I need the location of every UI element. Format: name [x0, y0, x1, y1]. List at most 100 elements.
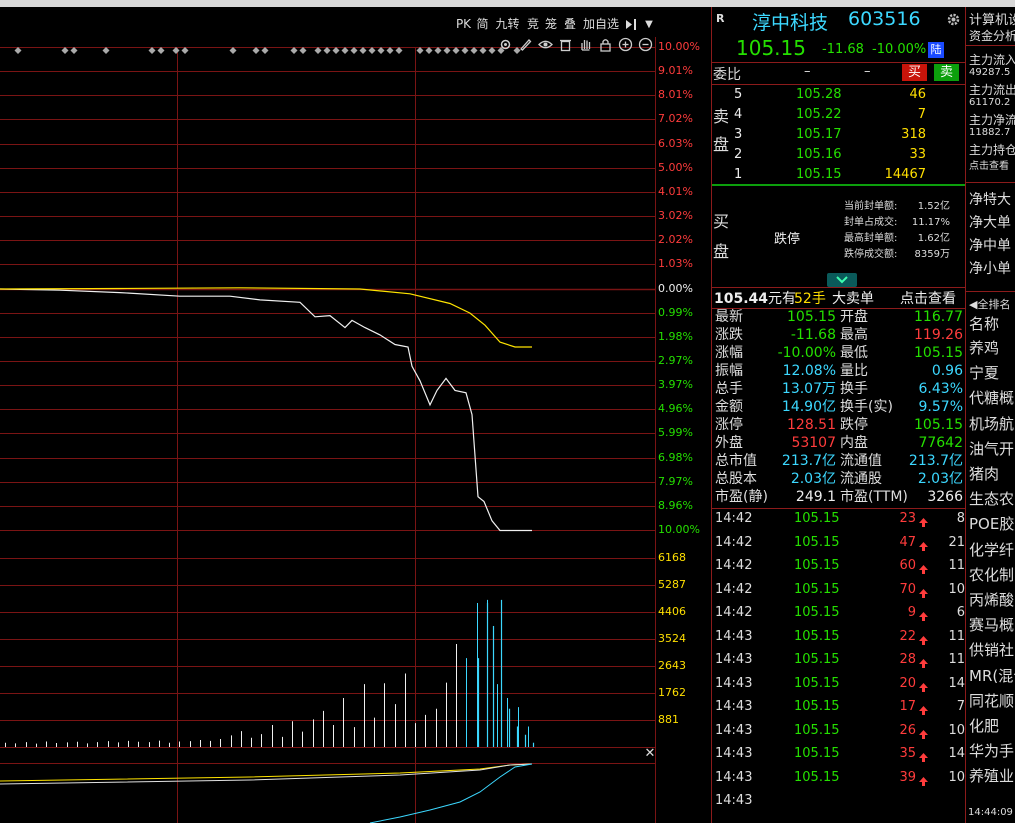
tick-price: 105.15 [794, 699, 840, 714]
sell-order-row[interactable]: 1 105.15 14467 [712, 165, 966, 185]
trade-tick-row: 14:42 105.15 47 21 [712, 531, 966, 554]
sell-button[interactable]: 卖 [934, 64, 959, 81]
toolbar-button[interactable]: 笼 [543, 16, 559, 33]
fund-flow-value[interactable]: 点击查看 [969, 157, 1009, 172]
sell-order-row[interactable]: 4 105.22 7 [712, 105, 966, 125]
sector-item[interactable]: 供销社 [969, 639, 1014, 660]
sector-item[interactable]: 机场航 [969, 413, 1014, 434]
sector-item[interactable]: 代糖概 [969, 387, 1014, 408]
price-axis-tick: 7.97% [658, 475, 693, 488]
tick-price: 105.15 [794, 722, 840, 738]
sector-item[interactable]: 养鸡 [969, 337, 999, 358]
price-axis-tick: 3.97% [658, 378, 693, 391]
average-price-line [0, 287, 532, 348]
eye-icon[interactable] [538, 37, 553, 52]
sector-item[interactable]: 同花顺 [969, 690, 1014, 711]
sell-order-row[interactable]: 3 105.17 318 [712, 125, 966, 145]
seal-info-row: 跌停成交额: 8359万 [842, 248, 966, 262]
sell-order-row[interactable]: 5 105.28 46 [712, 85, 966, 105]
toolbar-button[interactable]: 九转 [494, 16, 521, 33]
stat-row: 市盈(静) 249.1 市盈(TTM) 3266 [712, 488, 966, 506]
pen-icon[interactable] [518, 37, 533, 52]
event-marker-icon [102, 47, 110, 54]
price-axis-tick: 8.96% [658, 499, 693, 512]
toolbar-button[interactable]: 叠 [562, 16, 578, 33]
order-price: 105.16 [796, 147, 842, 162]
pin-to-right-icon[interactable] [623, 16, 641, 33]
stat-value: 119.26 [914, 327, 963, 343]
intraday-chart[interactable] [0, 7, 710, 823]
stat-value: 9.57% [918, 399, 963, 415]
intraday-chart-pane[interactable]: PK 简九转竞笼叠加自选 ▼ 10.00% 9.01% 8.01% 7.02% 6.03% 5… [0, 7, 710, 823]
price-axis-tick: 9.01% [658, 64, 693, 77]
zoom-in-icon[interactable] [618, 37, 633, 52]
net-flow-label: 净特大 [969, 192, 1011, 208]
lock-icon[interactable] [598, 37, 613, 52]
sector-item[interactable]: 化肥 [969, 715, 999, 736]
sector-title: 计算机设 [969, 13, 1015, 28]
expand-toggle[interactable] [827, 273, 857, 287]
stat-row: 最新 105.15 开盘 116.77 [712, 308, 966, 326]
settings-icon[interactable] [498, 37, 513, 52]
net-flow-label: 净小单 [969, 261, 1011, 277]
volume-axis-tick: 4406 [658, 605, 686, 618]
stat-row: 振幅 12.08% 量比 0.96 [712, 362, 966, 380]
sector-item[interactable]: 宁夏 [969, 362, 999, 383]
gear-icon[interactable] [946, 12, 961, 27]
sector-item[interactable]: POE胶膜 [969, 513, 1015, 534]
sector-item[interactable]: 养殖业 [969, 765, 1014, 786]
up-arrow-icon [918, 631, 929, 645]
stat-label: 市盈(静) [715, 489, 768, 505]
zoom-out-icon[interactable] [638, 37, 653, 52]
close-indicator-icon[interactable]: ✕ [643, 747, 657, 761]
big-order-unit: 元有 [768, 291, 797, 307]
up-arrow-icon [918, 725, 929, 739]
trash-icon[interactable] [558, 37, 573, 52]
buy-button[interactable]: 买 [902, 64, 927, 81]
tick-time: 14:43 [715, 746, 753, 761]
stat-value: 0.96 [931, 363, 963, 379]
tick-volume: 39 [899, 769, 916, 785]
tick-time: 14:42 [715, 605, 753, 620]
stat-row: 涨跌 -11.68 最高 119.26 [712, 326, 966, 344]
toolbar-button[interactable]: 加自选 [582, 16, 620, 33]
hand-icon[interactable] [578, 37, 593, 52]
toolbar-button[interactable]: 简 [474, 16, 491, 33]
big-order-price: 105.44 [714, 291, 769, 307]
tick-price: 105.15 [794, 675, 840, 691]
tick-price: 105.15 [794, 581, 840, 597]
fund-analysis-tab[interactable]: 资金分析 [969, 27, 1015, 44]
sector-item[interactable]: 农化制 [969, 564, 1014, 585]
tick-count: 11 [948, 652, 965, 667]
sector-item[interactable]: 化学纤 [969, 539, 1014, 560]
buy-side-label: 买盘 [713, 212, 730, 261]
market-tag: 陆 [928, 42, 944, 58]
tick-time: 14:43 [715, 652, 753, 667]
chevron-down-icon [836, 276, 848, 284]
sector-item[interactable]: 丙烯酸 [969, 589, 1014, 610]
stat-label: 总股本 [715, 471, 757, 487]
sector-item[interactable]: MR(混合 [969, 665, 1015, 686]
toolbar-button[interactable]: 竞 [525, 16, 541, 33]
quote-panel: R 淳中科技 603516 105.15 -11.68 -10.00% 陆 委比… [711, 7, 966, 823]
weibi-value: – [804, 64, 811, 79]
sector-item[interactable]: 赛马概 [969, 614, 1014, 635]
seal-info-value: 1.52亿 [917, 201, 950, 212]
toolbar-dropdown-arrow[interactable]: ▼ [642, 16, 656, 33]
sector-item[interactable]: 华为手 [969, 740, 1014, 761]
tick-count: 10 [948, 722, 965, 738]
sector-item[interactable]: 生态农 [969, 488, 1014, 509]
event-marker-icon [157, 47, 165, 54]
clock: 14:44:09 [968, 807, 1013, 818]
seal-info-label: 最高封单额: [844, 233, 898, 244]
full-ranking-tab[interactable]: ◀全排名 [969, 296, 1010, 312]
order-volume: 7 [917, 107, 926, 122]
sector-item[interactable]: 猪肉 [969, 463, 999, 484]
sell-order-row[interactable]: 2 105.16 33 [712, 145, 966, 165]
big-order-row[interactable]: 105.44元有 52手 大卖单 点击查看 [714, 290, 966, 308]
sector-item[interactable]: 油气开 [969, 438, 1014, 459]
event-marker-icon [299, 47, 307, 54]
toolbar-button[interactable]: PK [455, 16, 472, 33]
big-order-link[interactable]: 点击查看 [900, 290, 956, 308]
tick-price: 105.15 [794, 746, 840, 761]
